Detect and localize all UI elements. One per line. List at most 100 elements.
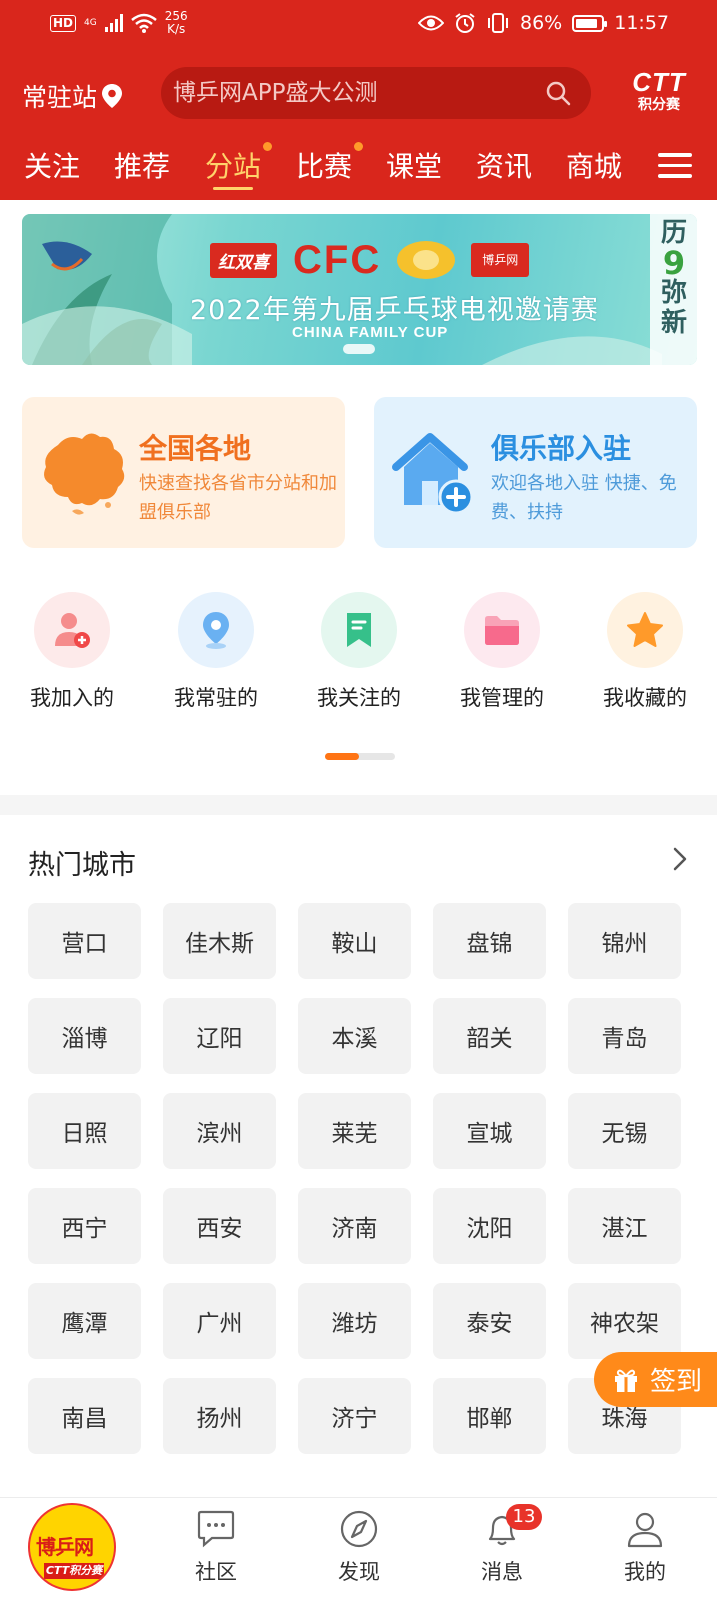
vibrate-icon [488, 13, 508, 33]
tab-matches[interactable]: 比赛 [296, 142, 364, 185]
city-button[interactable]: 淄博 [28, 998, 141, 1074]
quick-actions-pager [325, 753, 395, 760]
city-button[interactable]: 营口 [28, 903, 141, 979]
city-button[interactable]: 锦州 [568, 903, 681, 979]
city-button[interactable]: 济宁 [298, 1378, 411, 1454]
tab-label: 关注 [24, 150, 81, 183]
card-description: 欢迎各地入驻 快捷、免费、扶持 [491, 473, 677, 523]
user-add-icon [34, 592, 110, 668]
city-button[interactable]: 沈阳 [433, 1188, 546, 1264]
sign-in-label: 签到 [650, 1367, 703, 1397]
city-button[interactable]: 滨州 [163, 1093, 276, 1169]
card-description: 快速查找各省市分站和加盟俱乐部 [139, 473, 337, 523]
active-tab-underline [213, 187, 254, 190]
city-button[interactable]: 宣城 [433, 1093, 546, 1169]
city-button[interactable]: 辽阳 [163, 998, 276, 1074]
tab-substation[interactable]: 分站 [205, 142, 273, 190]
station-selector[interactable]: 常驻站 [22, 78, 123, 114]
star-icon [607, 592, 683, 668]
home-logo-subtext: CTT积分赛 [44, 1563, 104, 1579]
city-button[interactable]: 神农架 [568, 1283, 681, 1359]
quick-action-label: 我加入的 [30, 686, 114, 710]
city-button[interactable]: 本溪 [298, 998, 411, 1074]
city-button[interactable]: 佳木斯 [163, 903, 276, 979]
hot-cities-title: 热门城市 [28, 850, 136, 881]
city-button[interactable]: 莱芜 [298, 1093, 411, 1169]
tab-follow[interactable]: 关注 [24, 145, 80, 185]
city-button[interactable]: 盘锦 [433, 903, 546, 979]
quick-action-resident[interactable]: 我常驻的 [151, 592, 281, 712]
quick-action-managed[interactable]: 我管理的 [437, 592, 567, 712]
home-logo-button[interactable]: 博乒网 CTT积分赛 [28, 1503, 116, 1591]
city-button[interactable]: 广州 [163, 1283, 276, 1359]
search-bar[interactable] [161, 67, 591, 119]
city-button[interactable]: 青岛 [568, 998, 681, 1074]
network-speed: 256 K/s [165, 10, 188, 36]
search-icon[interactable] [545, 80, 571, 106]
city-button[interactable]: 南昌 [28, 1378, 141, 1454]
battery-icon [572, 14, 608, 32]
chevron-right-icon[interactable] [670, 846, 690, 872]
slogan-char: 弥 [660, 278, 687, 308]
city-button[interactable]: 韶关 [433, 998, 546, 1074]
ctt-logo-text: CTT [632, 67, 686, 97]
status-bar: HD 4G 256 K/s 86% 11:57 [0, 0, 717, 50]
city-button[interactable]: 邯郸 [433, 1378, 546, 1454]
city-button[interactable]: 鞍山 [298, 903, 411, 979]
banner-title: 2022年第九届乒乓球电视邀请赛 [190, 295, 599, 326]
nav-messages[interactable]: 13 消息 [452, 1504, 552, 1586]
menu-icon[interactable] [658, 153, 692, 179]
city-button[interactable]: 鹰潭 [28, 1283, 141, 1359]
nav-profile[interactable]: 我的 [595, 1510, 695, 1586]
city-button[interactable]: 济南 [298, 1188, 411, 1264]
station-label: 常驻站 [22, 83, 98, 112]
banner-sponsor-logos: 红双喜 CFC 博乒网 [210, 238, 530, 282]
city-button[interactable]: 无锡 [568, 1093, 681, 1169]
home-logo-text: 博乒网 [36, 1535, 94, 1559]
card-title: 全国各地 [139, 432, 252, 465]
city-button[interactable]: 日照 [28, 1093, 141, 1169]
nav-discover[interactable]: 发现 [309, 1510, 409, 1586]
tab-label: 资讯 [476, 150, 533, 183]
banner-subtitle: CHINA FAMILY CUP [292, 324, 449, 341]
city-button[interactable]: 潍坊 [298, 1283, 411, 1359]
compass-icon [340, 1510, 378, 1548]
speed-value: 256 [164, 9, 188, 23]
search-input[interactable] [173, 77, 533, 109]
bookmark-icon [321, 592, 397, 668]
tab-mall[interactable]: 商城 [566, 145, 622, 185]
unread-badge: 13 [506, 1504, 542, 1530]
city-button[interactable]: 湛江 [568, 1188, 681, 1264]
city-button[interactable]: 扬州 [163, 1378, 276, 1454]
dhs-logo: 红双喜 [210, 242, 277, 278]
wifi-icon [130, 13, 157, 33]
tab-recommend[interactable]: 推荐 [114, 145, 170, 185]
club-join-card[interactable]: 俱乐部入驻 欢迎各地入驻 快捷、免费、扶持 [374, 397, 697, 548]
top-bar: 常驻站 CTT 积分赛 [0, 66, 717, 120]
nav-community[interactable]: 社区 [166, 1510, 266, 1586]
location-pin-icon [102, 84, 123, 108]
tab-news[interactable]: 资讯 [476, 145, 532, 185]
clock: 11:57 [614, 12, 669, 34]
banner-side-slogan: 历 9 弥 新 [657, 218, 691, 338]
quick-action-favorites[interactable]: 我收藏的 [580, 592, 710, 712]
promo-banner[interactable]: 红双喜 CFC 博乒网 2022年第九届乒乓球电视邀请赛 CHINA FAMIL… [22, 214, 697, 365]
hd-indicator: HD [50, 14, 77, 32]
nav-label: 消息 [481, 1560, 523, 1584]
sign-in-button[interactable]: 签到 [594, 1352, 717, 1407]
nationwide-card[interactable]: 全国各地 快速查找各省市分站和加盟俱乐部 [22, 397, 345, 548]
city-button[interactable]: 西宁 [28, 1188, 141, 1264]
tab-classroom[interactable]: 课堂 [386, 145, 442, 185]
folder-icon [464, 592, 540, 668]
city-button[interactable]: 西安 [163, 1188, 276, 1264]
quick-action-label: 我关注的 [317, 686, 401, 710]
quick-action-following[interactable]: 我关注的 [294, 592, 424, 712]
section-divider [0, 795, 717, 815]
nav-label: 社区 [195, 1560, 237, 1584]
quick-action-label: 我收藏的 [603, 686, 687, 710]
ctt-points-logo[interactable]: CTT 积分赛 [624, 68, 694, 120]
chat-bubble-icon [197, 1510, 235, 1548]
ctt-logo-subtext: 积分赛 [638, 97, 680, 113]
city-button[interactable]: 泰安 [433, 1283, 546, 1359]
quick-action-joined[interactable]: 我加入的 [7, 592, 137, 712]
